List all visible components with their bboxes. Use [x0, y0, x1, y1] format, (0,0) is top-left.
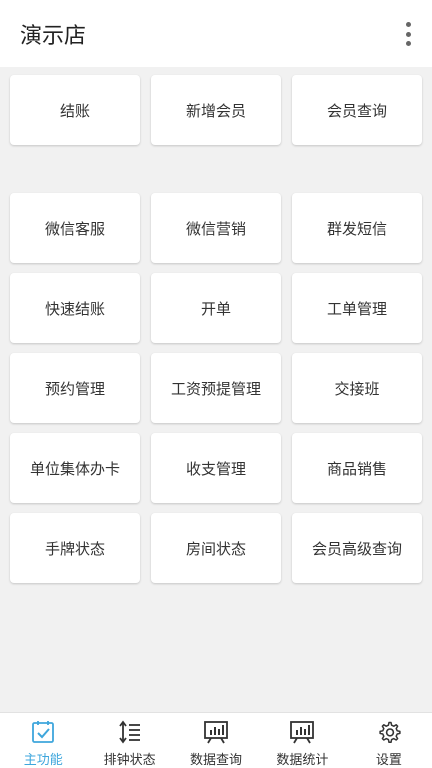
- nav-label-settings: 设置: [375, 753, 402, 768]
- nav-item-bell-status[interactable]: 排钟状态: [86, 713, 172, 768]
- sort-list-icon: [118, 720, 140, 744]
- tile-room-status[interactable]: 房间状态: [151, 513, 281, 583]
- checklist-icon: [32, 721, 55, 743]
- tile-reservation[interactable]: 预约管理: [10, 353, 140, 423]
- tile-wristband-status[interactable]: 手牌状态: [10, 513, 140, 583]
- nav-item-data-stats[interactable]: 数据统计: [259, 713, 345, 768]
- nav-label-main: 主功能: [23, 753, 63, 768]
- tile-wechat-marketing[interactable]: 微信营销: [151, 193, 281, 263]
- nav-item-data-query[interactable]: 数据查询: [173, 713, 259, 768]
- tile-quick-checkout[interactable]: 快速结账: [10, 273, 140, 343]
- tile-group-card[interactable]: 单位集体办卡: [10, 433, 140, 503]
- tile-work-order[interactable]: 工单管理: [292, 273, 422, 343]
- nav-label-data-stats: 数据统计: [276, 753, 329, 768]
- nav-label-bell-status: 排钟状态: [103, 753, 156, 768]
- tile-wechat-service[interactable]: 微信客服: [10, 193, 140, 263]
- more-dot: [405, 31, 411, 37]
- tile-add-member[interactable]: 新增会员: [151, 75, 281, 145]
- tile-member-query[interactable]: 会员查询: [292, 75, 422, 145]
- tile-group-sms[interactable]: 群发短信: [292, 193, 422, 263]
- nav-item-main[interactable]: 主功能: [0, 713, 86, 768]
- tile-product-sales[interactable]: 商品销售: [292, 433, 422, 503]
- more-dot: [405, 41, 411, 46]
- tile-member-advanced-query[interactable]: 会员高级查询: [292, 513, 422, 583]
- chart-monitor-icon: [204, 721, 228, 744]
- gear-icon: [379, 721, 401, 744]
- app-bar: 演示店: [0, 0, 432, 67]
- page-title: 演示店: [20, 23, 87, 49]
- bottom-nav: 主功能 排钟状态 数据查询 数据统计 设置: [0, 712, 432, 768]
- nav-label-data-query: 数据查询: [190, 753, 243, 768]
- chart-monitor-icon: [290, 721, 315, 744]
- more-dot: [405, 22, 411, 27]
- tile-wage-accrual[interactable]: 工资预提管理: [151, 353, 281, 423]
- more-options-icon[interactable]: [402, 22, 414, 46]
- tile-income-expense[interactable]: 收支管理: [151, 433, 281, 503]
- tile-shift-handover[interactable]: 交接班: [292, 353, 422, 423]
- nav-item-settings[interactable]: 设置: [346, 713, 432, 768]
- tile-checkout[interactable]: 结账: [10, 75, 140, 145]
- tile-open-order[interactable]: 开单: [151, 273, 281, 343]
